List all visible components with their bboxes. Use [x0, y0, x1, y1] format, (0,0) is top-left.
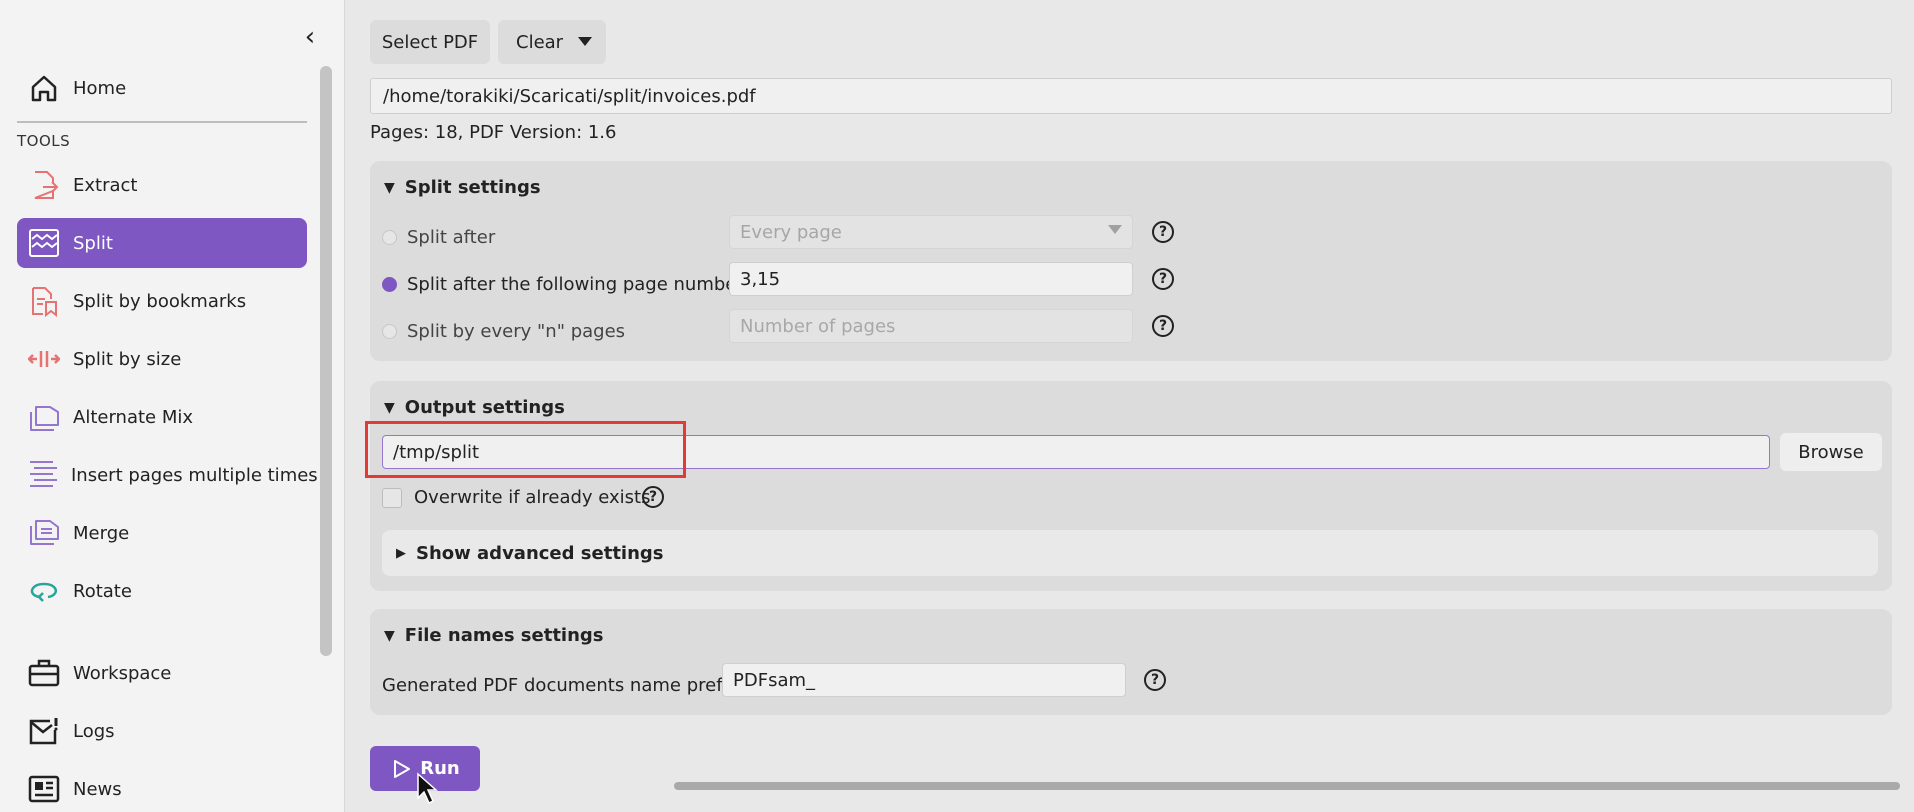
sidebar-item-label: Split by size — [73, 348, 182, 370]
browse-button[interactable]: Browse — [1780, 433, 1882, 471]
sidebar-item-label: Rotate — [73, 580, 132, 602]
sidebar-item-rotate[interactable]: Rotate — [17, 566, 307, 616]
sidebar-item-label: Merge — [73, 522, 130, 544]
sidebar-item-split-by-size[interactable]: Split by size — [17, 334, 307, 384]
file-names-header[interactable]: ▼ File names settings — [384, 625, 604, 646]
number-of-pages-input[interactable]: Number of pages — [729, 309, 1133, 343]
expand-triangle-icon: ▼ — [384, 399, 395, 416]
pdf-path-field[interactable]: /home/torakiki/Scaricati/split/invoices.… — [370, 78, 1892, 114]
sidebar-item-label: News — [73, 778, 122, 800]
split-every-n-option[interactable]: Split by every "n" pages — [382, 321, 625, 342]
output-settings-title: Output settings — [404, 397, 565, 418]
news-icon — [27, 772, 61, 806]
help-icon[interactable]: ? — [1152, 268, 1174, 290]
help-icon[interactable]: ? — [1152, 221, 1174, 243]
advanced-settings-toggle[interactable]: ▶ Show advanced settings — [382, 530, 1878, 576]
output-directory-input[interactable]: /tmp/split — [382, 435, 1770, 469]
sidebar-item-workspace[interactable]: Workspace — [17, 648, 307, 698]
sidebar-item-news[interactable]: News — [17, 764, 307, 812]
sidebar-item-split[interactable]: Split — [17, 218, 307, 268]
sidebar-item-label: Extract — [73, 174, 138, 196]
mouse-cursor-icon — [417, 772, 438, 805]
expand-triangle-icon: ▼ — [384, 179, 395, 196]
split-every-n-radio[interactable] — [382, 324, 397, 339]
prefix-input[interactable]: PDFsam_ — [722, 663, 1126, 697]
size-split-icon — [27, 342, 61, 376]
horizontal-scrollbar[interactable] — [674, 782, 1900, 790]
insert-pages-icon — [27, 458, 59, 492]
split-settings-title: Split settings — [404, 177, 541, 198]
help-icon[interactable]: ? — [1152, 315, 1174, 337]
split-after-pages-label: Split after the following page numbers — [407, 274, 754, 295]
sidebar-item-insert-pages[interactable]: Insert pages multiple times — [17, 450, 318, 500]
bookmark-split-icon — [27, 284, 61, 318]
split-after-pages-option[interactable]: Split after the following page numbers — [382, 274, 753, 295]
clear-button[interactable]: Clear — [498, 20, 606, 64]
sidebar-item-label: Split by bookmarks — [73, 290, 247, 312]
split-every-n-label: Split by every "n" pages — [407, 321, 626, 342]
split-settings-panel: ▼ Split settings Split after Every page … — [370, 161, 1892, 361]
sidebar-item-label: Split — [73, 232, 113, 254]
collapsed-triangle-icon: ▶ — [396, 545, 406, 561]
briefcase-icon — [27, 656, 61, 690]
sidebar-item-logs[interactable]: Logs — [17, 706, 307, 756]
merge-icon — [27, 516, 61, 550]
number-of-pages-placeholder: Number of pages — [740, 315, 896, 337]
split-icon — [27, 226, 61, 260]
split-after-option[interactable]: Split after — [382, 227, 495, 248]
sidebar-item-home[interactable]: Home — [17, 63, 307, 113]
split-after-pages-radio[interactable] — [382, 277, 397, 292]
sidebar-item-extract[interactable]: Extract — [17, 160, 307, 210]
rotate-icon — [27, 574, 61, 608]
pdf-info-text: Pages: 18, PDF Version: 1.6 — [370, 122, 617, 143]
advanced-settings-label: Show advanced settings — [416, 542, 664, 564]
overwrite-label: Overwrite if already exists — [414, 487, 651, 508]
file-names-panel: ▼ File names settings Generated PDF docu… — [370, 609, 1892, 715]
output-settings-header[interactable]: ▼ Output settings — [384, 397, 565, 418]
file-names-title: File names settings — [404, 625, 604, 646]
sidebar-item-label: Alternate Mix — [73, 406, 194, 428]
sidebar-item-label: Logs — [73, 720, 115, 742]
expand-triangle-icon: ▼ — [384, 627, 395, 644]
sidebar-scrollbar[interactable] — [320, 66, 332, 656]
overwrite-option[interactable]: Overwrite if already exists — [382, 487, 651, 508]
sidebar-item-label: Home — [73, 77, 127, 99]
page-numbers-input[interactable]: 3,15 — [729, 262, 1133, 296]
help-icon[interactable]: ? — [642, 486, 664, 508]
split-after-label: Split after — [407, 227, 496, 248]
sidebar-divider — [17, 121, 307, 123]
tools-section-label: TOOLS — [17, 132, 71, 150]
select-pdf-button[interactable]: Select PDF — [370, 20, 490, 64]
sidebar-item-merge[interactable]: Merge — [17, 508, 307, 558]
clear-button-label: Clear — [516, 31, 564, 53]
extract-icon — [27, 168, 61, 202]
output-settings-panel: ▼ Output settings /tmp/split Browse Over… — [370, 381, 1892, 591]
split-after-select[interactable]: Every page — [729, 215, 1133, 249]
main-content: Select PDF Clear /home/torakiki/Scaricat… — [346, 0, 1914, 812]
split-after-select-value: Every page — [740, 221, 842, 243]
alternate-mix-icon — [27, 400, 61, 434]
overwrite-checkbox[interactable] — [382, 487, 402, 508]
collapse-sidebar-icon[interactable]: ‹ — [298, 22, 322, 52]
select-caret-icon — [1108, 225, 1122, 234]
help-icon[interactable]: ? — [1144, 669, 1166, 691]
sidebar-item-label: Workspace — [73, 662, 172, 684]
sidebar-item-split-by-bookmarks[interactable]: Split by bookmarks — [17, 276, 307, 326]
play-icon — [394, 759, 411, 778]
sidebar-item-alternate-mix[interactable]: Alternate Mix — [17, 392, 307, 442]
sidebar-item-label: Insert pages multiple times — [71, 464, 318, 486]
home-icon — [27, 71, 61, 105]
logs-icon — [27, 714, 61, 748]
split-after-radio[interactable] — [382, 230, 397, 245]
sidebar: ‹ Home TOOLS Extract Split Split by book… — [0, 0, 345, 812]
prefix-label: Generated PDF documents name prefix: — [382, 675, 745, 696]
dropdown-arrow-icon[interactable] — [578, 37, 592, 46]
split-settings-header[interactable]: ▼ Split settings — [384, 177, 541, 198]
